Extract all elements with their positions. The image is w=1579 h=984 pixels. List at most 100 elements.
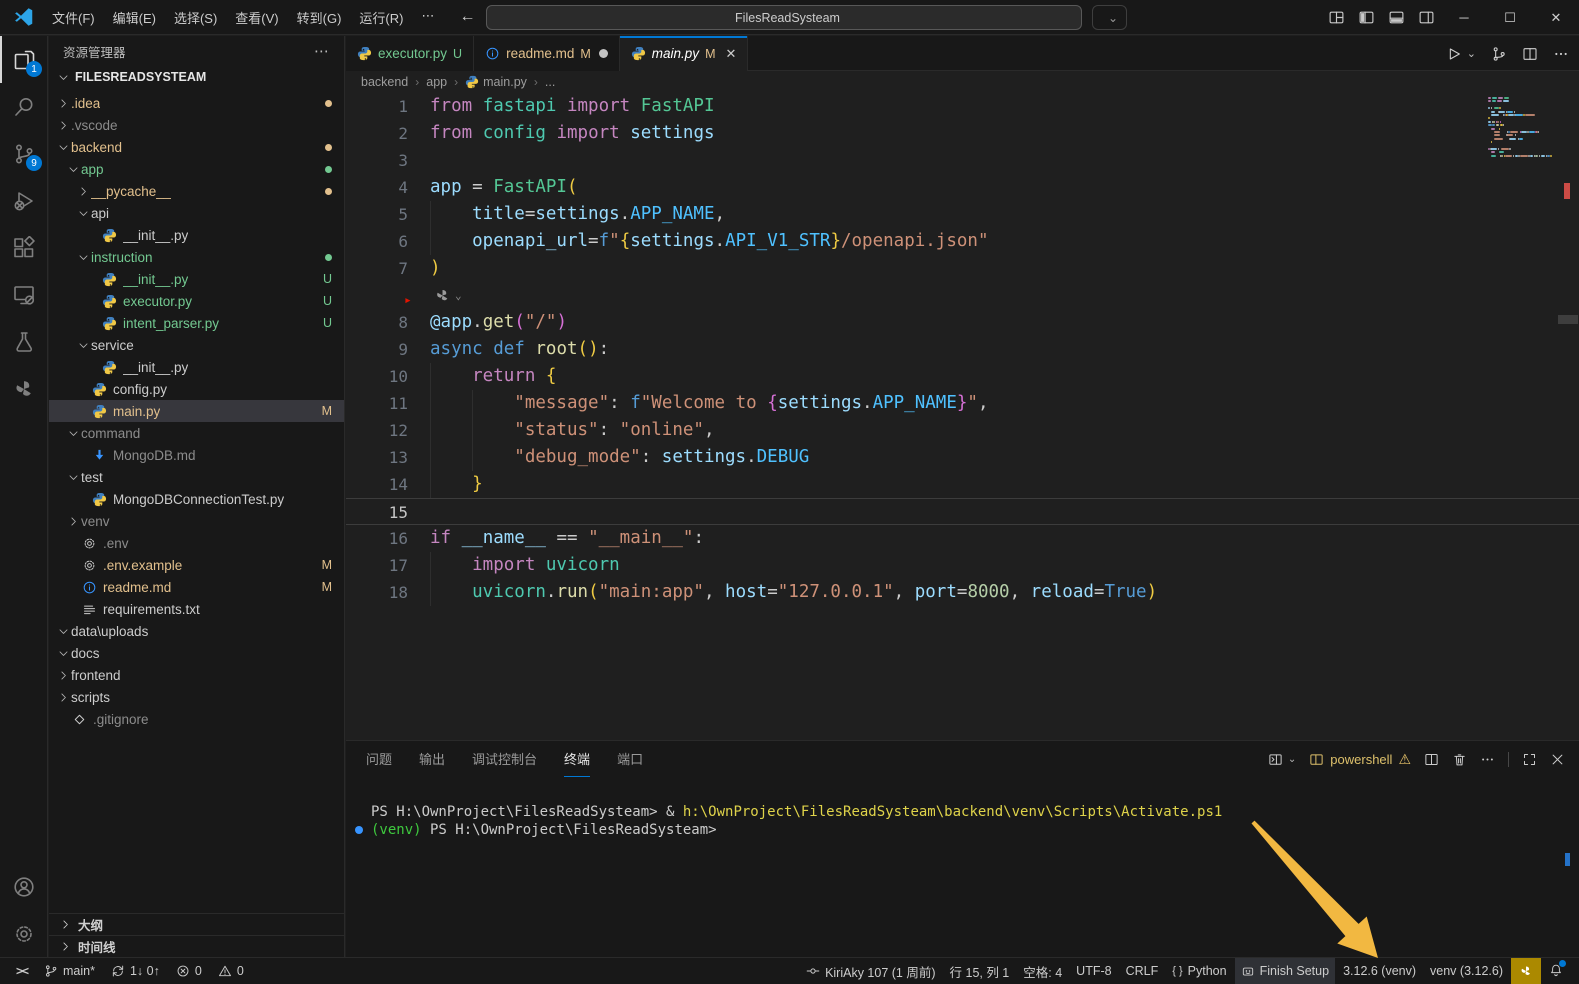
new-terminal-icon[interactable] bbox=[1268, 752, 1283, 767]
code-line-16[interactable]: 16if __name__ == "__main__": bbox=[346, 525, 1579, 552]
tree-item-test[interactable]: test bbox=[49, 466, 344, 488]
code-line-9[interactable]: 9async def root(): bbox=[346, 336, 1579, 363]
panel-tab-端口[interactable]: 端口 bbox=[617, 741, 643, 777]
breadcrumb-item-backend[interactable]: backend bbox=[361, 75, 408, 89]
nav-back-icon[interactable]: ← bbox=[459, 8, 475, 26]
tree-item-frontend[interactable]: frontend bbox=[49, 664, 344, 686]
customize-layout-icon[interactable] bbox=[1328, 9, 1345, 26]
code-line-1[interactable]: 1from fastapi import FastAPI bbox=[346, 93, 1579, 120]
status-eol[interactable]: CRLF bbox=[1120, 958, 1165, 984]
command-decoration-dot[interactable] bbox=[355, 826, 363, 834]
code-line-18[interactable]: 18 uvicorn.run("main:app", host="127.0.0… bbox=[346, 579, 1579, 606]
menu-item-5[interactable]: 运行(R) bbox=[350, 4, 412, 31]
tree-item-docs[interactable]: docs bbox=[49, 642, 344, 664]
status-commit-info[interactable]: KiriAky 107 (1 周前) bbox=[800, 958, 941, 984]
code-line-3[interactable]: 3 bbox=[346, 147, 1579, 174]
terminal-output[interactable]: PS H:\OwnProject\FilesReadSysteam> & h:\… bbox=[371, 803, 1539, 839]
chevron-down-icon[interactable]: ⌄ bbox=[1288, 754, 1296, 765]
tree-item-.gitignore[interactable]: .gitignore bbox=[49, 708, 344, 730]
activity-item-explorer[interactable]: 1 bbox=[0, 36, 48, 83]
menu-item-0[interactable]: 文件(F) bbox=[43, 4, 104, 31]
tab-main.py[interactable]: main.pyM✕ bbox=[620, 36, 749, 71]
status-finish-setup[interactable]: Finish Setup bbox=[1235, 958, 1335, 984]
tab-readme.md[interactable]: readme.mdM bbox=[474, 36, 620, 71]
activity-item-account[interactable] bbox=[0, 863, 48, 910]
code-line-12[interactable]: 12 "status": "online", bbox=[346, 417, 1579, 444]
tree-item-service[interactable]: service bbox=[49, 334, 344, 356]
tree-item-__init__.py[interactable]: __init__.py bbox=[49, 224, 344, 246]
breadcrumb-item-main.py[interactable]: main.py bbox=[465, 75, 527, 89]
panel-tab-终端[interactable]: 终端 bbox=[564, 741, 590, 777]
menu-item-1[interactable]: 编辑(E) bbox=[104, 4, 165, 31]
menu-item-3[interactable]: 查看(V) bbox=[226, 4, 287, 31]
more-actions-icon[interactable]: ⋯ bbox=[314, 42, 330, 60]
activity-item-ai-extension[interactable] bbox=[0, 365, 48, 412]
inline-chat-icon[interactable]: ⌄ bbox=[434, 282, 462, 309]
maximize-icon[interactable] bbox=[1522, 752, 1537, 767]
tree-item-scripts[interactable]: scripts bbox=[49, 686, 344, 708]
play-icon[interactable] bbox=[1446, 46, 1462, 62]
activity-item-testing[interactable] bbox=[0, 318, 48, 365]
more-icon[interactable] bbox=[1553, 46, 1569, 62]
editor-scrollbar[interactable] bbox=[1558, 315, 1578, 324]
status-cursor-position[interactable]: 行 15, 列 1 bbox=[944, 958, 1016, 984]
panel-tab-问题[interactable]: 问题 bbox=[366, 741, 392, 777]
code-line-10[interactable]: 10 return { bbox=[346, 363, 1579, 390]
terminal-instance-powershell[interactable]: powershell⚠ bbox=[1309, 751, 1411, 768]
close-x-icon[interactable] bbox=[1550, 752, 1565, 767]
inline-chat-row[interactable]: ▸⌄ bbox=[346, 282, 1579, 309]
activity-item-extensions[interactable] bbox=[0, 224, 48, 271]
status-warnings[interactable]: 0 bbox=[212, 958, 250, 984]
code-line-14[interactable]: 14 } bbox=[346, 471, 1579, 498]
tree-item-backend[interactable]: backend bbox=[49, 136, 344, 158]
status-sync[interactable]: 1↓ 0↑ bbox=[105, 958, 166, 984]
menu-item-6[interactable]: ⋯ bbox=[412, 4, 443, 31]
status-indentation[interactable]: 空格: 4 bbox=[1017, 958, 1068, 984]
tree-item-data-uploads[interactable]: data\uploads bbox=[49, 620, 344, 642]
status-extension-gold[interactable] bbox=[1511, 958, 1541, 984]
activity-item-source-control[interactable]: 9 bbox=[0, 130, 48, 177]
toggle-panel-icon[interactable] bbox=[1388, 9, 1405, 26]
tree-item-intent_parser.py[interactable]: intent_parser.pyU bbox=[49, 312, 344, 334]
command-center-search[interactable]: FilesReadSysteam bbox=[486, 5, 1082, 30]
code-line-5[interactable]: 5 title=settings.APP_NAME, bbox=[346, 201, 1579, 228]
code-line-17[interactable]: 17 import uvicorn bbox=[346, 552, 1579, 579]
code-editor[interactable]: 1from fastapi import FastAPI2from config… bbox=[346, 93, 1579, 740]
status-branch[interactable]: main* bbox=[38, 958, 101, 984]
minimize-button[interactable]: ─ bbox=[1441, 0, 1487, 35]
tree-item-venv[interactable]: venv bbox=[49, 510, 344, 532]
status-venv[interactable]: venv (3.12.6) bbox=[1424, 958, 1509, 984]
toggle-secondary-sidebar-icon[interactable] bbox=[1418, 9, 1435, 26]
tree-item-.vscode[interactable]: .vscode bbox=[49, 114, 344, 136]
tree-item-app[interactable]: app bbox=[49, 158, 344, 180]
tree-item-command[interactable]: command bbox=[49, 422, 344, 444]
tree-item-instruction[interactable]: instruction bbox=[49, 246, 344, 268]
tree-item-executor.py[interactable]: executor.pyU bbox=[49, 290, 344, 312]
activity-item-settings[interactable] bbox=[0, 910, 48, 957]
panel-tab-输出[interactable]: 输出 bbox=[419, 741, 445, 777]
tree-item-main.py[interactable]: main.pyM bbox=[49, 400, 344, 422]
status-errors[interactable]: 0 bbox=[170, 958, 208, 984]
tree-item-__init__.py[interactable]: __init__.pyU bbox=[49, 268, 344, 290]
tree-item-.env[interactable]: .env bbox=[49, 532, 344, 554]
tree-item-readme.md[interactable]: readme.mdM bbox=[49, 576, 344, 598]
tree-item-__init__.py[interactable]: __init__.py bbox=[49, 356, 344, 378]
close-button[interactable]: ✕ bbox=[1533, 0, 1579, 35]
code-line-15[interactable]: 15 bbox=[346, 498, 1579, 525]
code-line-6[interactable]: 6 openapi_url=f"{settings.API_V1_STR}/op… bbox=[346, 228, 1579, 255]
close-icon[interactable]: ✕ bbox=[725, 46, 736, 62]
activity-item-search[interactable] bbox=[0, 83, 48, 130]
tree-item-config.py[interactable]: config.py bbox=[49, 378, 344, 400]
activity-item-run-debug[interactable] bbox=[0, 177, 48, 224]
code-line-7[interactable]: 7) bbox=[346, 255, 1579, 282]
breadcrumb-item-app[interactable]: app bbox=[426, 75, 447, 89]
code-line-2[interactable]: 2from config import settings bbox=[346, 120, 1579, 147]
code-line-13[interactable]: 13 "debug_mode": settings.DEBUG bbox=[346, 444, 1579, 471]
menu-item-2[interactable]: 选择(S) bbox=[165, 4, 226, 31]
status-remote[interactable]: >< bbox=[10, 958, 34, 984]
tree-item-api[interactable]: api bbox=[49, 202, 344, 224]
section-大纲[interactable]: 大纲 bbox=[49, 913, 344, 935]
activity-item-remote-explorer[interactable] bbox=[0, 271, 48, 318]
status-language[interactable]: { }Python bbox=[1166, 958, 1232, 984]
maximize-button[interactable]: ☐ bbox=[1487, 0, 1533, 35]
